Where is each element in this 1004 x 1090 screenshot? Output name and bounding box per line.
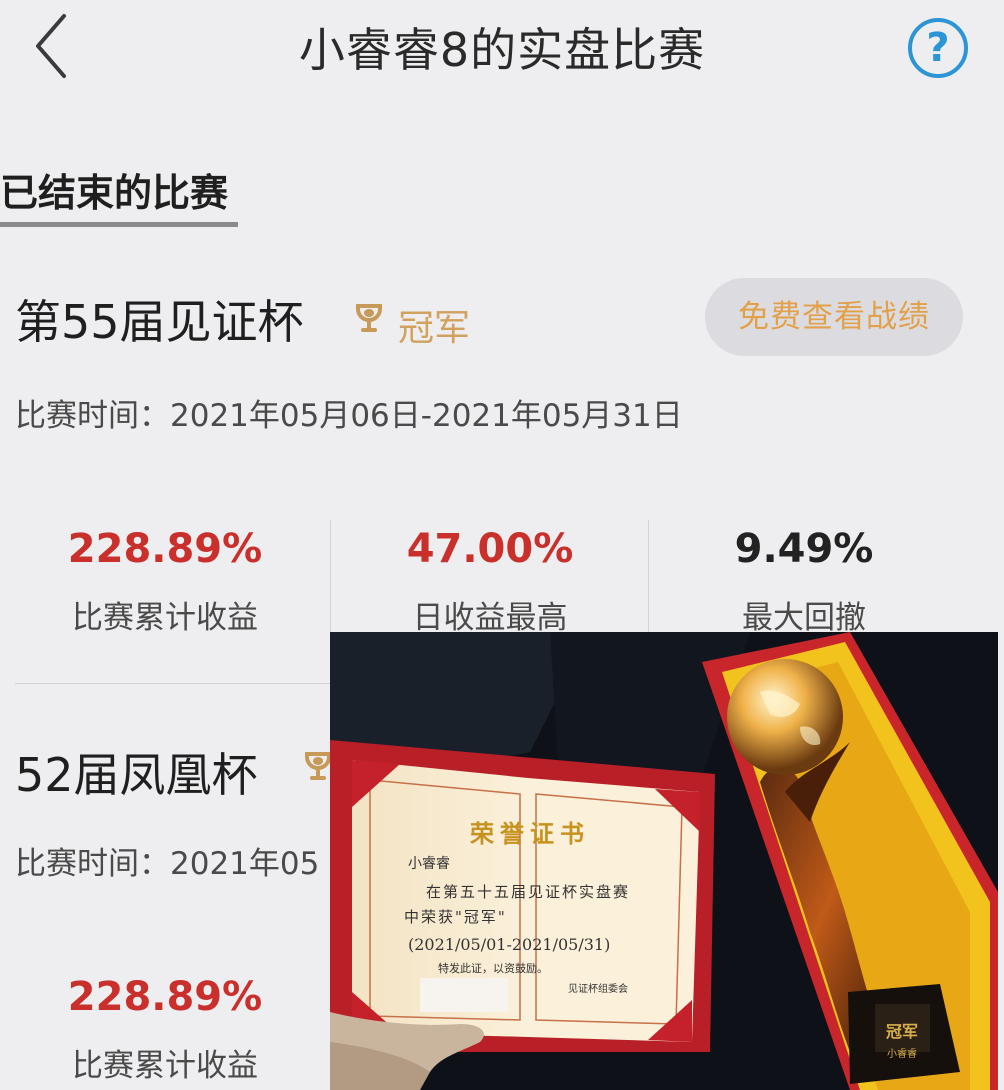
period-value: 2021年05月06日-2021年05月31日 [170,398,683,434]
view-record-button[interactable]: 免费查看战绩 [705,278,963,356]
stat-max-daily-return-value: 47.00% [406,526,574,572]
contest-title: 52届凤凰杯 [15,748,258,802]
champion-badge: 冠军 [398,308,471,349]
stat-max-drawdown-label: 最大回撤 [742,600,866,636]
help-icon[interactable]: ? [908,18,968,78]
trophy-plate-title: 冠军 [886,1022,918,1041]
trophy-icon [353,304,385,334]
award-photo: 冠军 小睿睿 荣誉证书 小睿睿 在第五十五届见证杯实盘赛 中荣获"冠军" (20… [330,632,998,1090]
stat-cumulative-return-label: 比赛累计收益 [72,1048,258,1084]
contest-period: 比赛时间：2021年05月06日-2021年05月31日 [15,390,683,435]
stat-cumulative-return-value: 228.89% [67,974,263,1020]
stat-cumulative-return-label: 比赛累计收益 [72,600,258,636]
contest-period: 比赛时间：2021年05 [15,838,319,883]
certificate-period: (2021/05/01-2021/05/31) [408,935,610,954]
certificate-heading: 荣誉证书 [470,819,590,848]
stat-cumulative-return-value: 228.89% [67,526,263,572]
certificate-closing: 特发此证，以资鼓励。 [438,961,548,975]
contest-title: 第55届见证杯 [15,295,304,349]
stat-max-drawdown-value: 9.49% [734,526,874,572]
certificate-recipient: 小睿睿 [408,856,450,872]
tab-active-indicator [0,222,238,227]
redacted-seal [420,978,508,1012]
certificate-issuer: 见证杯组委会 [568,982,628,995]
certificate-line1: 在第五十五届见证杯实盘赛 [426,883,630,901]
page-title: 小睿睿8的实盘比赛 [298,23,706,77]
certificate-line2: 中荣获"冠军" [404,908,507,926]
period-label: 比赛时间： [15,846,170,882]
row-divider [15,683,330,684]
tab-finished-contests[interactable]: 已结束的比赛 [0,162,228,217]
trophy-plate-name: 小睿睿 [887,1047,917,1060]
period-label: 比赛时间： [15,398,170,434]
period-value: 2021年05 [170,846,320,882]
stat-max-daily-return-label: 日收益最高 [412,600,568,636]
award-photo-illustration: 冠军 小睿睿 荣誉证书 小睿睿 在第五十五届见证杯实盘赛 中荣获"冠军" (20… [330,632,998,1090]
